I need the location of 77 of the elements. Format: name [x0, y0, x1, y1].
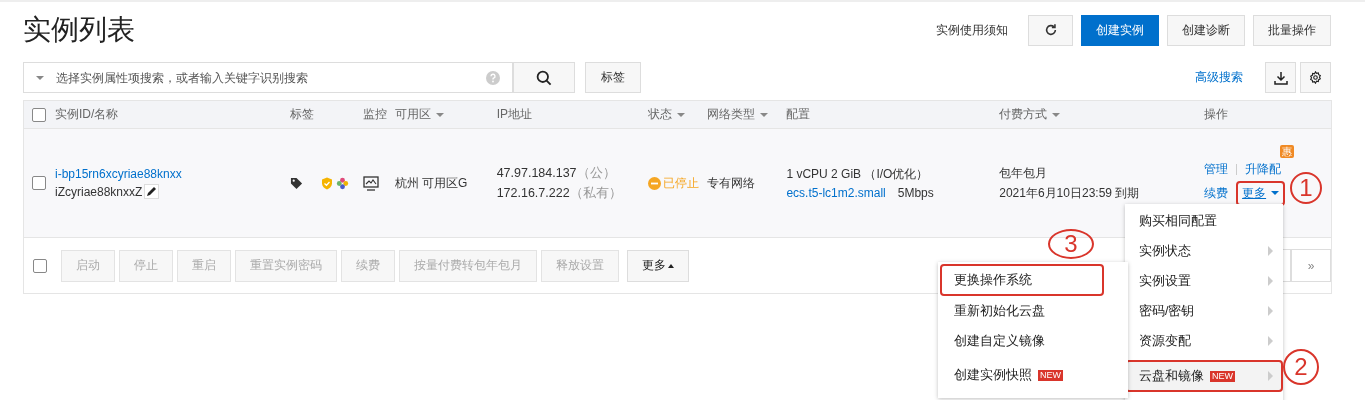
flower-icon — [335, 176, 349, 190]
submenu-arrow-icon — [1268, 276, 1273, 286]
bandwidth-text: 5Mbps — [897, 186, 934, 200]
search-icon — [536, 69, 552, 86]
instance-type-link[interactable]: ecs.t5-lc1m2.small — [786, 186, 886, 200]
column-header: 实例ID/名称 — [54, 106, 119, 123]
next-page-button[interactable]: » — [1291, 249, 1331, 282]
column-header[interactable]: 状态 — [647, 106, 685, 123]
tag-filter-button[interactable]: 标签 — [585, 62, 641, 93]
submenu-arrow-icon — [1268, 306, 1273, 316]
pencil-icon[interactable] — [144, 184, 160, 199]
menu-item[interactable]: 云盘和镜像 NEW — [1125, 360, 1283, 392]
column-header[interactable]: 可用区 — [394, 106, 444, 123]
help-icon — [486, 70, 500, 85]
menu-item[interactable]: 创建自定义镜像 — [938, 326, 1128, 356]
refresh-button[interactable] — [1028, 14, 1073, 46]
search-input[interactable]: 选择实例属性项搜索，或者输入关键字识别搜索 — [54, 69, 476, 86]
download-button[interactable] — [1265, 62, 1296, 93]
menu-item[interactable]: 重新初始化云盘 — [938, 296, 1128, 326]
manage-link[interactable]: 管理 — [1204, 160, 1229, 178]
status-text: 已停止 — [662, 174, 699, 192]
menu-item[interactable]: 购买相同配置 — [1125, 206, 1283, 236]
menu-item[interactable]: 实例设置 — [1125, 266, 1283, 296]
public-ip: 47.97.184.137（公） — [496, 164, 617, 182]
callout-number: 2 — [1283, 349, 1319, 385]
column-header[interactable]: 付费方式 — [999, 106, 1061, 123]
menu-item[interactable]: 创建实例快照 NEW — [938, 360, 1128, 390]
advanced-search-link[interactable]: 高级搜索 — [1195, 69, 1243, 86]
search-box[interactable]: 选择实例属性项搜索，或者输入关键字识别搜索 — [23, 62, 513, 93]
create-instance-button[interactable]: 创建实例 — [1081, 14, 1159, 46]
action-button[interactable]: 批量操作 — [1253, 14, 1331, 46]
column-header: 配置 — [786, 106, 811, 123]
private-ip: 172.16.7.222（私有） — [496, 184, 622, 202]
settings-icon — [1309, 71, 1322, 84]
submenu-arrow-icon — [1268, 371, 1273, 381]
shield-icon — [320, 176, 333, 190]
instance-name: iZcyriae88knxxZ — [54, 184, 143, 199]
page-title: 实例列表 — [23, 13, 136, 47]
column-header: 标签 — [289, 106, 314, 123]
bulk-checkbox[interactable] — [32, 258, 47, 273]
caret-icon[interactable] — [36, 75, 44, 80]
monitor-chart-icon[interactable] — [362, 175, 379, 191]
callout-number: 1 — [1290, 172, 1322, 204]
column-header: 监控 — [362, 106, 387, 123]
usage-notice-link[interactable]: 实例使用须知 — [936, 21, 1008, 39]
expiry-date: 2021年6月10日23:59 到期 — [999, 184, 1140, 202]
submenu-arrow-icon — [1268, 336, 1273, 346]
download-icon — [1273, 70, 1288, 85]
search-button[interactable] — [513, 62, 575, 93]
refresh-icon — [1043, 23, 1058, 37]
select-all-checkbox[interactable] — [32, 107, 47, 122]
action-button[interactable]: 创建诊断 — [1167, 14, 1245, 46]
resize-link[interactable]: 升降配 — [1245, 160, 1282, 178]
billing-method: 包年包月 — [999, 164, 1049, 182]
network-type: 专有网络 — [707, 174, 756, 192]
settings-button[interactable] — [1300, 62, 1331, 93]
renew-link[interactable]: 续费 — [1204, 184, 1229, 202]
tag-icon[interactable] — [289, 176, 303, 190]
menu-item[interactable]: 密码/密钥 — [1125, 296, 1283, 326]
column-header: IP地址 — [496, 106, 532, 123]
instance-id-link[interactable]: i-bp15rn6xcyriae88knxx — [54, 167, 182, 181]
column-header: 操作 — [1204, 106, 1229, 123]
callout-number: 3 — [1048, 229, 1094, 259]
more-dropdown-link[interactable]: 更多 — [1236, 180, 1286, 206]
menu-item[interactable]: 实例状态 — [1125, 236, 1283, 266]
submenu-arrow-icon — [1268, 246, 1273, 256]
menu-item[interactable]: 资源变配 — [1125, 326, 1283, 356]
column-header[interactable]: 网络类型 — [707, 106, 769, 123]
stopped-icon — [647, 176, 661, 190]
menu-item[interactable]: 更换操作系统 — [940, 264, 1104, 296]
new-badge: NEW — [1210, 370, 1235, 382]
row-checkbox[interactable] — [32, 176, 47, 190]
zone-text: 杭州 可用区G — [394, 174, 468, 192]
instance-spec: 1 vCPU 2 GiB （I/O优化） — [786, 166, 930, 183]
promo-badge: 惠 — [1280, 144, 1295, 158]
new-badge: NEW — [1038, 369, 1063, 381]
bulk-action-button[interactable]: 更多 — [627, 249, 689, 282]
